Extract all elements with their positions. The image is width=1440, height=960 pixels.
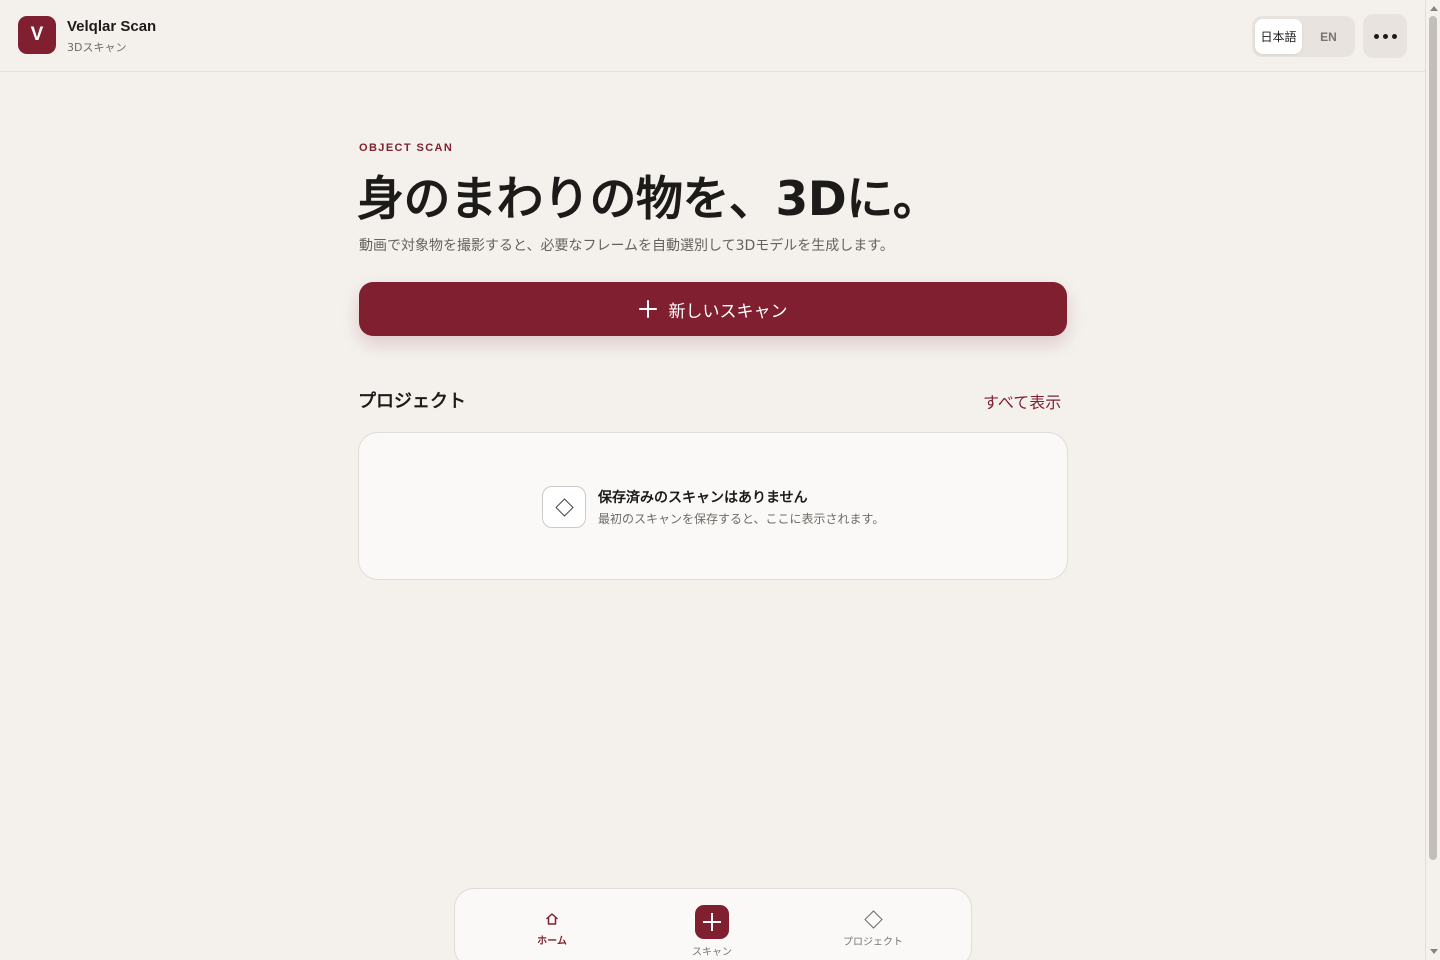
empty-state-title: 保存済みのスキャンはありません — [598, 490, 808, 506]
bottom-navigation: ホーム スキャン プロジェクト — [454, 888, 972, 960]
app-name: Velqlar Scan — [67, 18, 157, 35]
plus-icon — [695, 905, 729, 939]
see-all-projects-link[interactable]: すべて表示 — [983, 389, 1061, 413]
more-horizontal-icon — [1391, 33, 1397, 39]
nav-item-scan[interactable]: スキャン — [652, 889, 772, 958]
app-header: V Velqlar Scan 3Dスキャン 日本語 EN — [0, 0, 1425, 72]
new-scan-button-label: 新しいスキャン — [668, 301, 788, 322]
app-subtitle: 3Dスキャン — [67, 41, 127, 54]
more-horizontal-icon — [1382, 33, 1388, 39]
language-option-en[interactable]: EN — [1305, 19, 1352, 54]
projects-section-title: プロジェクト — [358, 391, 466, 412]
page-scrollbar[interactable] — [1425, 0, 1440, 960]
plus-icon — [638, 300, 657, 318]
projects-empty-state: 保存済みのスキャンはありません 最初のスキャンを保存すると、ここに表示されます。 — [358, 432, 1068, 580]
scrollbar-thumb[interactable] — [1429, 16, 1437, 860]
nav-label-home: ホーム — [537, 936, 567, 947]
more-horizontal-icon — [1373, 33, 1379, 39]
language-option-ja[interactable]: 日本語 — [1255, 19, 1302, 54]
hero-description: 動画で対象物を撮影すると、必要なフレームを自動選別して3Dモデルを生成します。 — [359, 238, 894, 254]
nav-item-home[interactable]: ホーム — [492, 889, 612, 947]
hero-eyebrow: OBJECT SCAN — [359, 142, 454, 154]
more-options-button[interactable] — [1363, 14, 1407, 58]
diamond-icon — [554, 497, 574, 517]
new-scan-button[interactable]: 新しいスキャン — [359, 282, 1067, 336]
scroll-down-arrow-icon[interactable] — [1430, 949, 1438, 954]
empty-state-description: 最初のスキャンを保存すると、ここに表示されます。 — [598, 512, 885, 526]
language-switcher: 日本語 EN — [1252, 16, 1355, 57]
scroll-up-arrow-icon[interactable] — [1430, 6, 1438, 11]
home-icon — [544, 911, 560, 927]
nav-label-projects: プロジェクト — [843, 937, 903, 948]
empty-state-icon-frame — [542, 486, 586, 528]
page-title: 身のまわりの物を、3Dに。 — [357, 172, 940, 227]
nav-item-projects[interactable]: プロジェクト — [813, 889, 933, 948]
diamond-icon — [863, 910, 883, 929]
app-logo[interactable]: V — [18, 16, 56, 54]
nav-label-scan: スキャン — [692, 947, 732, 958]
